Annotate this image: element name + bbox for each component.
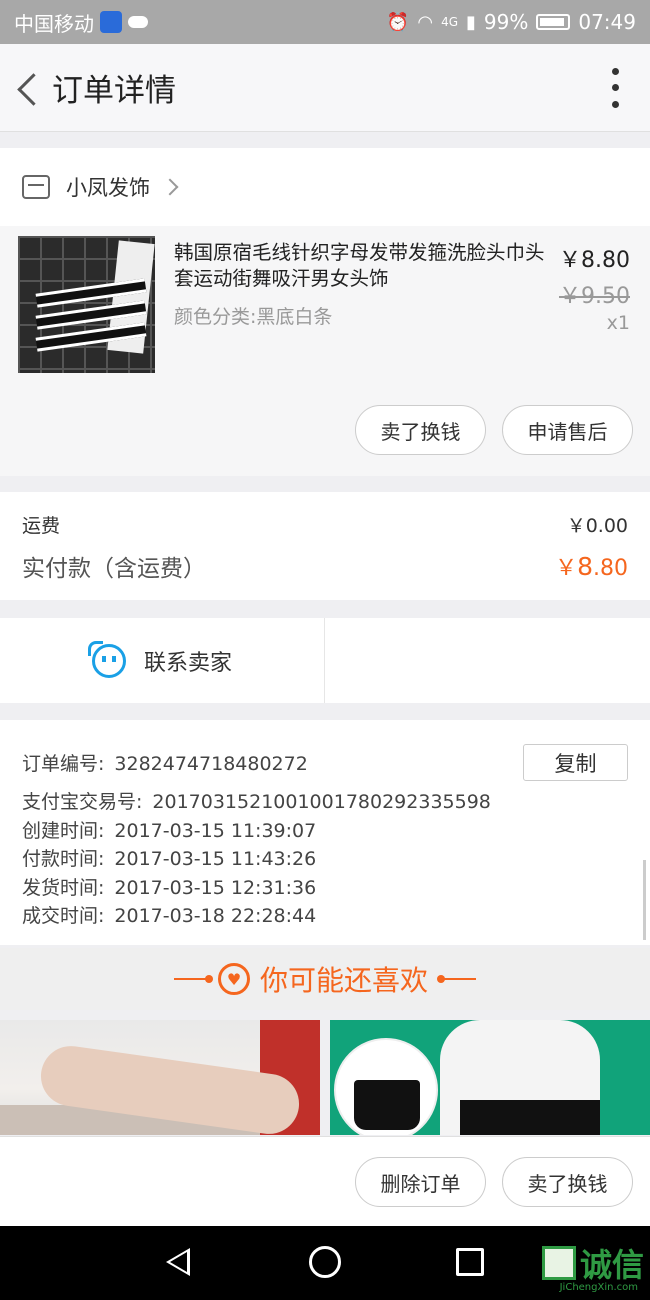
order-info: 订单编号: 3282474718480272 支付宝交易号: 201703152…: [0, 720, 650, 945]
product-title: 韩国原宿毛线针织字母发带发箍洗脸头巾头套运动街舞吸汗男女头饰: [174, 241, 545, 290]
recommend-header: ♥ 你可能还喜欢: [0, 948, 650, 1010]
cloud-icon: [128, 16, 148, 28]
system-nav-bar: 诚信 JiChengXin.com: [0, 1226, 650, 1300]
shipping-value: ￥0.00: [566, 514, 628, 537]
app-notification-icon: [100, 11, 122, 33]
product-thumbnail[interactable]: [18, 236, 155, 373]
divider-left: [173, 975, 213, 983]
product-price: ￥8.80: [559, 248, 630, 273]
signal-icon: ▮: [466, 11, 476, 33]
watermark: 诚信: [541, 1240, 644, 1286]
back-arrow-icon[interactable]: [8, 58, 48, 118]
watermark-logo-icon: [541, 1246, 576, 1280]
chat-smile-icon: [87, 640, 126, 678]
recommended-product-1[interactable]: [0, 1020, 320, 1135]
total-amount: ￥8.80: [555, 552, 628, 581]
total-label: 实付款（含运费）: [22, 556, 206, 582]
shop-name: 小凤发饰: [66, 176, 150, 200]
alarm-icon: ⏰: [386, 11, 410, 33]
heart-icon: ♥: [217, 963, 250, 995]
shipping-label: 运费: [22, 514, 61, 537]
nav-home-icon[interactable]: [309, 1246, 341, 1278]
nav-back-icon[interactable]: [166, 1248, 190, 1276]
carrier-label: 中国移动: [14, 11, 94, 36]
more-options-icon[interactable]: [610, 67, 620, 108]
chevron-right-icon: [161, 178, 179, 196]
fee-summary: 运费 ￥0.00 实付款（含运费） ￥8.80: [0, 492, 650, 600]
shipped-time-row: 发货时间: 2017-03-15 12:31:36: [22, 876, 317, 899]
recommended-product-2[interactable]: [330, 1020, 650, 1135]
order-number: 3282474718480272: [114, 753, 308, 775]
alipay-trade-row: 支付宝交易号: 2017031521001001780292335598: [22, 791, 491, 813]
app-header: 订单详情: [0, 44, 650, 132]
sell-for-cash-bottom-button[interactable]: 卖了换钱: [502, 1157, 633, 1207]
after-sales-button[interactable]: 申请售后: [502, 405, 633, 455]
network-label: 4G: [441, 15, 458, 29]
battery-icon: [536, 14, 571, 30]
battery-label: 99%: [483, 10, 529, 34]
sell-for-cash-button[interactable]: 卖了换钱: [355, 405, 486, 455]
paid-time-row: 付款时间: 2017-03-15 11:43:26: [22, 848, 317, 870]
product-original-price: ￥9.50: [559, 284, 630, 309]
shop-row[interactable]: 小凤发饰: [0, 148, 650, 226]
shop-icon: [22, 175, 50, 199]
delete-order-button[interactable]: 删除订单: [355, 1157, 486, 1207]
copy-order-number-button[interactable]: 复制: [523, 744, 628, 781]
created-time-row: 创建时间: 2017-03-15 11:39:07: [22, 819, 317, 842]
contact-seller-button[interactable]: 联系卖家: [0, 618, 325, 703]
time-label: 07:49: [578, 10, 636, 34]
wifi-icon: ◠: [417, 11, 434, 33]
page-title: 订单详情: [52, 73, 176, 109]
product-quantity: x1: [606, 312, 630, 334]
watermark-subtext: JiChengXin.com: [559, 1282, 638, 1293]
status-bar: 中国移动 ⏰ ◠ 4G ▮ 99% 07:49: [0, 0, 650, 44]
divider-right: [437, 975, 476, 983]
contact-seller-label: 联系卖家: [143, 650, 232, 676]
product-spec: 颜色分类:黑底白条: [174, 306, 333, 328]
nav-recent-apps-icon[interactable]: [456, 1248, 484, 1276]
scrollbar: [643, 860, 646, 940]
product-item[interactable]: 韩国原宿毛线针织字母发带发箍洗脸头巾头套运动街舞吸汗男女头饰 颜色分类:黑底白条…: [0, 226, 650, 476]
watermark-text: 诚信: [579, 1246, 644, 1284]
contact-bar: 联系卖家: [0, 618, 650, 703]
bottom-action-bar: 删除订单 卖了换钱: [0, 1136, 650, 1226]
recommend-title: 你可能还喜欢: [259, 964, 428, 997]
completed-time-row: 成交时间: 2017-03-18 22:28:44: [22, 905, 317, 927]
